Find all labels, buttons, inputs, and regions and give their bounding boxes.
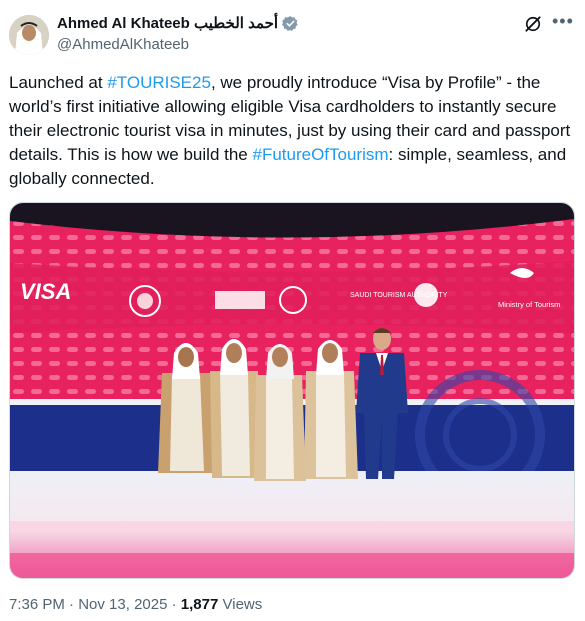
views-label: Views	[222, 596, 263, 613]
visa-logo: VISA	[20, 279, 71, 304]
views-count[interactable]: 1,877	[181, 596, 219, 613]
more-options-icon[interactable]: •••	[552, 11, 574, 32]
tweet-text-part: Launched at	[9, 73, 108, 92]
hashtag-tourise25[interactable]: #TOURISE25	[107, 73, 211, 92]
verified-badge-icon	[282, 15, 298, 31]
tweet-photo[interactable]: VISA SAUDI TOURISM AUTHORITY Ministry of…	[9, 202, 575, 579]
author-avatar[interactable]	[9, 15, 49, 55]
sta-logo-icon	[414, 283, 438, 307]
tweet-text: Launched at #TOURISE25, we proudly intro…	[9, 71, 577, 191]
tweet-time[interactable]: 7:36 PM	[9, 596, 65, 613]
author-handle[interactable]: @AhmedAlKhateeb	[57, 36, 189, 53]
meta-separator: ·	[69, 596, 75, 613]
tweet-meta: 7:36 PM · Nov 13, 2025 · 1,877 Views	[9, 596, 262, 613]
tweet-date[interactable]: Nov 13, 2025	[78, 596, 167, 613]
ministry-tourism-label: Ministry of Tourism	[498, 300, 560, 309]
grok-icon[interactable]	[523, 14, 543, 34]
author-name[interactable]: Ahmed Al Khateeb أحمد الخطيب	[57, 14, 278, 32]
hashtag-futureoftourism[interactable]: #FutureOfTourism	[252, 145, 388, 164]
meta-separator: ·	[171, 596, 177, 613]
ministry-interior-logo	[215, 291, 265, 309]
